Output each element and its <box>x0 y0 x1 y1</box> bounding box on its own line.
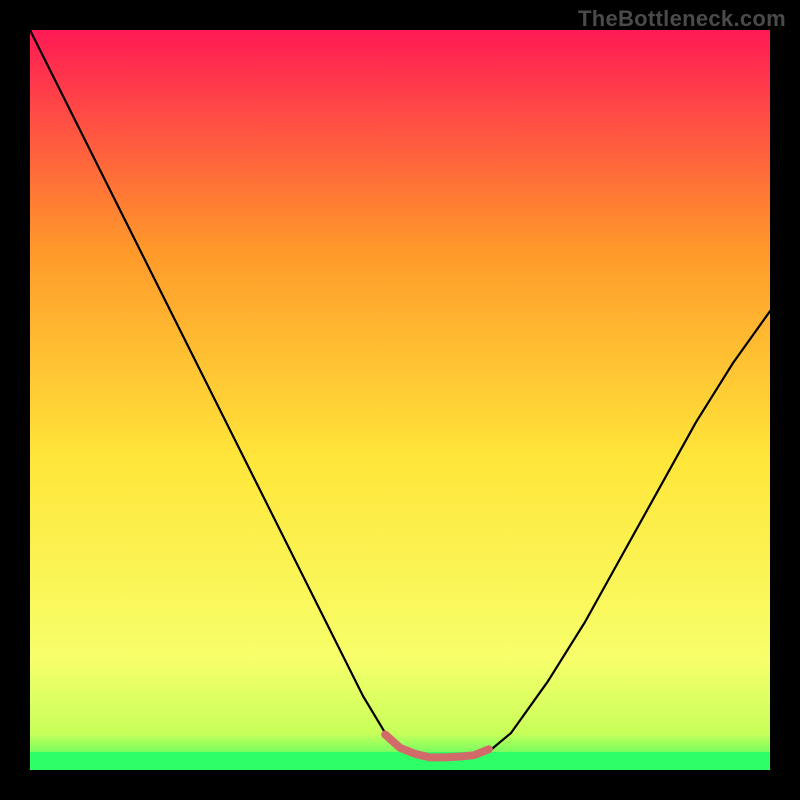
chart-canvas: TheBottleneck.com <box>0 0 800 800</box>
bottom-green-band <box>30 752 770 770</box>
plot-area <box>30 30 770 770</box>
gradient-background <box>30 30 770 770</box>
plot-svg <box>30 30 770 770</box>
watermark-text: TheBottleneck.com <box>578 6 786 32</box>
